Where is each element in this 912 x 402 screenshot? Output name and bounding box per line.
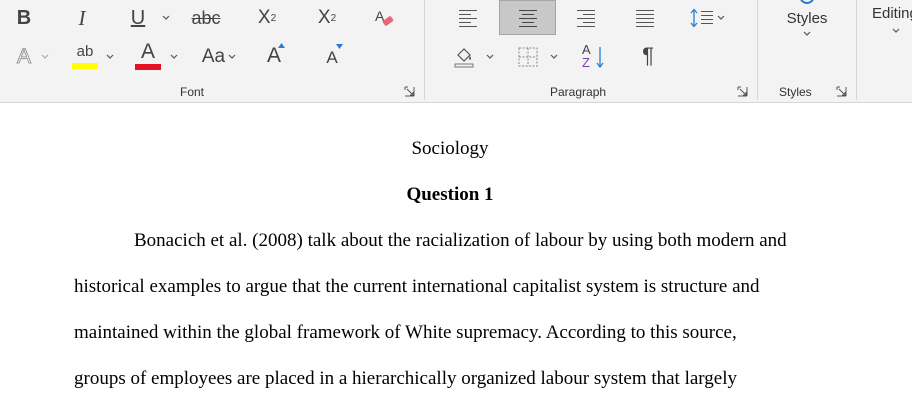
chevron-down-icon[interactable] (170, 54, 178, 60)
italic-label: I (78, 5, 86, 30)
document-page[interactable]: Sociology Question 1 Bonacich et al. (20… (0, 103, 912, 402)
styles-button-label: Styles (786, 10, 828, 27)
show-marks-button[interactable]: ¶ (632, 40, 664, 72)
chevron-down-icon[interactable] (550, 54, 558, 60)
align-right-button[interactable] (566, 2, 606, 34)
subscript-base: X (257, 7, 271, 28)
paragraph-line: Bonacich et al. (2008) talk about the ra… (134, 230, 787, 251)
strikethrough-button[interactable]: abc (186, 3, 226, 33)
font-color-button[interactable]: A (132, 40, 164, 72)
document-title: Sociology (411, 138, 489, 159)
chevron-down-icon (892, 28, 900, 33)
borders-button[interactable] (512, 42, 544, 72)
justify-icon (636, 10, 654, 27)
align-center-icon (518, 9, 537, 27)
text-effects-label: A (16, 45, 31, 69)
group-separator (424, 0, 425, 100)
shrink-font-button[interactable]: A (316, 40, 348, 72)
chevron-down-icon (228, 54, 236, 59)
change-case-label: Aa (201, 46, 226, 67)
font-color-bar (135, 64, 161, 70)
bold-label: B (16, 6, 32, 29)
dialog-launcher-icon[interactable] (836, 86, 847, 97)
arrow-down-icon (596, 47, 604, 68)
font-color-label: A (140, 40, 155, 63)
show-marks-label: ¶ (642, 43, 654, 68)
shrink-font-label: A (326, 48, 338, 67)
subscript-mark: 2 (270, 12, 277, 24)
align-left-icon (459, 10, 477, 27)
dialog-launcher-icon[interactable] (737, 86, 748, 97)
line-spacing-button[interactable] (684, 2, 730, 34)
borders-icon (518, 47, 538, 67)
highlight-color-bar (72, 62, 98, 69)
document-heading: Question 1 (406, 184, 494, 205)
paragraph-line: groups of employees are placed in a hier… (74, 368, 737, 389)
underline-label: U (130, 6, 146, 29)
clear-formatting-button[interactable]: A (368, 3, 400, 33)
shading-button[interactable] (448, 42, 480, 72)
caret-down-icon (336, 44, 343, 49)
chevron-down-icon[interactable] (486, 54, 494, 60)
sort-label-z: Z (582, 55, 590, 70)
clear-formatting-icon: A (375, 8, 394, 26)
chevron-down-icon (717, 15, 725, 20)
sort-button[interactable]: A Z (576, 40, 610, 72)
caret-up-icon (278, 43, 285, 48)
chevron-down-icon[interactable] (162, 15, 170, 21)
font-group-label: Font (180, 85, 205, 99)
paragraph-line: historical examples to argue that the cu… (74, 276, 760, 297)
paint-bucket-icon (454, 48, 474, 68)
styles-group-label: Styles (779, 85, 812, 99)
align-left-button[interactable] (448, 2, 488, 34)
ribbon: B I U abc X2 X2 A A ab A Aa A A Font A Z… (0, 0, 912, 103)
styles-button[interactable]: Styles (772, 0, 842, 48)
chevron-down-icon[interactable] (106, 54, 114, 60)
paragraph-line: maintained within the global framework o… (74, 322, 737, 343)
chevron-down-icon (803, 31, 811, 36)
styles-gallery-icon (800, 0, 814, 4)
justify-button[interactable] (625, 2, 665, 34)
dialog-launcher-icon[interactable] (404, 86, 415, 97)
underline-button[interactable]: U (122, 3, 154, 33)
align-right-icon (577, 10, 595, 27)
highlight-button[interactable]: ab (68, 40, 102, 72)
italic-button[interactable]: I (66, 3, 98, 33)
line-spacing-icon (690, 8, 713, 28)
editing-button[interactable]: Editing (864, 0, 912, 40)
grow-font-button[interactable]: A (258, 40, 290, 72)
superscript-mark: 2 (330, 12, 337, 24)
superscript-base: X (317, 7, 331, 28)
chevron-down-icon[interactable] (41, 54, 49, 60)
group-separator (757, 0, 758, 100)
editing-button-label: Editing (872, 5, 912, 22)
bold-button[interactable]: B (8, 3, 40, 33)
align-center-button[interactable] (499, 0, 556, 35)
strikethrough-label: abc (191, 7, 221, 28)
change-case-button[interactable]: Aa (196, 42, 242, 72)
subscript-button[interactable]: X2 (250, 3, 284, 33)
text-effects-button[interactable]: A (10, 42, 38, 72)
superscript-button[interactable]: X2 (310, 3, 344, 33)
paragraph-group-label: Paragraph (550, 85, 607, 99)
highlight-label: ab (76, 42, 94, 60)
group-separator (856, 0, 857, 100)
